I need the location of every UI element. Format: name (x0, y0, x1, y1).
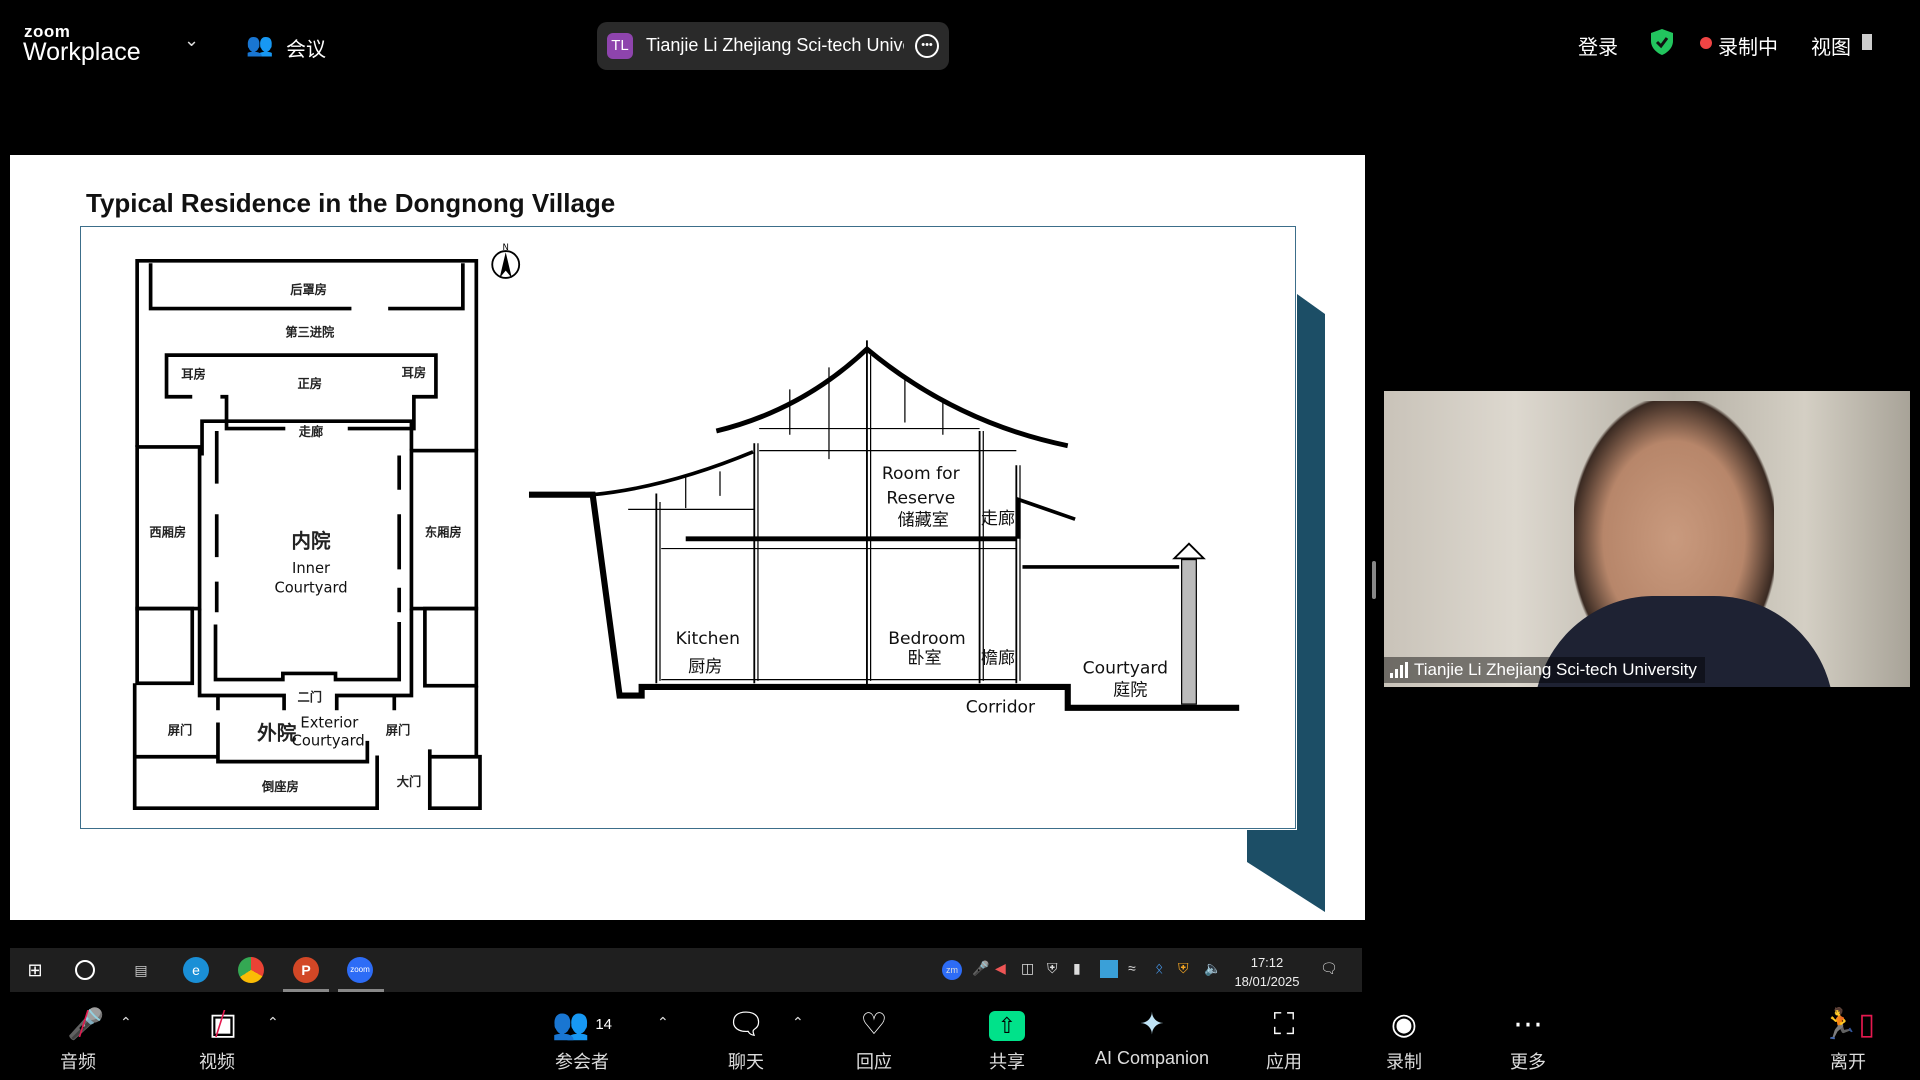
label-bedroom-cn: 卧室 (907, 649, 941, 669)
time: 17:12 (1250, 955, 1284, 970)
chat-label: 聊天 (728, 1052, 764, 1072)
label-ear-left: 耳房 (181, 366, 205, 381)
label-main-gate: 大门 (397, 774, 421, 789)
label-south-room: 倒座房 (261, 779, 299, 794)
label-west-wing: 西厢房 (149, 524, 186, 539)
label-corridor-upper: 走廊 (981, 509, 1015, 529)
antivirus-icon[interactable]: ⛨ (1178, 960, 1189, 977)
chat-button[interactable]: 🗨 聊天 (686, 1004, 806, 1074)
participant-name: Tianjie Li Zhejiang Sci-tech University (1414, 660, 1697, 679)
label-inner-en1: Inner (292, 560, 331, 577)
leave-button[interactable]: 🏃▯ 离开 (1788, 1004, 1908, 1074)
share-button[interactable]: ⇧ 共享 (947, 1004, 1067, 1074)
audio-options-caret[interactable]: ⌃ (120, 1014, 132, 1031)
ai-companion-button[interactable]: ✦ AI Companion (1082, 1004, 1222, 1069)
video-button[interactable]: ▣⧸ 视频 (157, 1004, 277, 1074)
label-main-room: 正房 (298, 376, 322, 391)
heart-icon: ♡ (860, 1008, 888, 1041)
participants-button[interactable]: 👥 14 参会者 (522, 1004, 642, 1074)
label-screen-left: 屏门 (168, 723, 192, 738)
ai-companion-label: AI Companion (1094, 1048, 1210, 1068)
volume-icon[interactable]: 🔈 (1204, 960, 1221, 977)
chat-options-caret[interactable]: ⌃ (792, 1014, 804, 1031)
label-east-wing: 东厢房 (425, 524, 462, 539)
label-corridor-lower: Corridor (966, 698, 1036, 718)
react-button[interactable]: ♡ 回应 (814, 1004, 934, 1074)
battery-icon[interactable]: ▮ (1073, 960, 1081, 977)
notification-icon[interactable]: 🗨 (1320, 960, 1338, 977)
participant-video[interactable]: Tianjie Li Zhejiang Sci-tech University (1384, 391, 1910, 687)
apps-label: 应用 (1266, 1052, 1302, 1072)
label-outer-en2: Courtyard (292, 733, 365, 750)
video-label: 视频 (199, 1052, 235, 1072)
label-corridor: 走廊 (299, 424, 323, 439)
clock[interactable]: 17:12 18/01/2025 (1232, 953, 1302, 991)
sparkle-icon: ✦ (1139, 1008, 1165, 1041)
search-icon[interactable] (75, 960, 95, 980)
label-outer-en1: Exterior (300, 714, 359, 731)
participants-options-caret[interactable]: ⌃ (657, 1014, 669, 1031)
label-reserve-cn: 储藏室 (898, 510, 949, 530)
speaker-muted-icon[interactable]: ◀ (995, 960, 1006, 977)
panel-resize-handle[interactable] (1372, 561, 1376, 599)
network-app-icon[interactable] (1100, 960, 1118, 978)
share-label: 共享 (989, 1052, 1025, 1072)
record-label: 录制 (1386, 1052, 1422, 1072)
chrome-icon[interactable] (238, 957, 264, 983)
chat-icon: 🗨 (726, 1008, 766, 1041)
section-drawing (528, 340, 1240, 711)
participants-icon: 👥 14 (551, 1008, 613, 1041)
label-kitchen: Kitchen (676, 629, 740, 649)
powerpoint-icon[interactable]: P (293, 957, 319, 983)
leave-label: 离开 (1830, 1052, 1866, 1072)
record-icon: ◉ (1390, 1008, 1418, 1041)
participants-label: 参会者 (555, 1052, 609, 1072)
audio-label: 音频 (60, 1052, 96, 1072)
bluetooth-icon[interactable]: ᛟ (1155, 960, 1163, 976)
microphone-tray-icon[interactable]: 🎤 (972, 960, 989, 977)
more-icon: ⋯ (1513, 1008, 1543, 1041)
more-label: 更多 (1510, 1052, 1546, 1072)
edge-icon[interactable]: e (183, 957, 209, 983)
participants-count: 14 (595, 1016, 613, 1033)
label-courtyard: Courtyard (1083, 658, 1168, 678)
north-arrow-icon (491, 250, 521, 279)
task-view-icon[interactable]: ▤ (128, 957, 154, 983)
label-courtyard-cn: 庭院 (1113, 681, 1147, 701)
zoom-tray-icon[interactable]: zm (942, 960, 962, 980)
video-name-label: Tianjie Li Zhejiang Sci-tech University (1384, 657, 1705, 683)
share-arrow-icon: ⇧ (947, 1004, 1067, 1046)
video-options-caret[interactable]: ⌃ (267, 1014, 279, 1031)
security-tray-icon[interactable]: ⛨ (1047, 960, 1058, 977)
wifi-icon[interactable]: ≈ (1128, 960, 1136, 976)
label-veranda: 檐廊 (981, 649, 1015, 669)
label-third-yard: 第三进院 (285, 325, 335, 340)
label-ear-right: 耳房 (402, 365, 426, 380)
label-inner-cn: 内院 (291, 529, 331, 552)
label-second-gate: 二门 (298, 690, 322, 705)
display-tray-icon[interactable]: ◫ (1021, 960, 1034, 977)
zoom-taskbar-icon[interactable]: zoom (347, 957, 373, 983)
label-screen-right: 屏门 (386, 723, 410, 738)
date: 18/01/2025 (1234, 974, 1300, 989)
label-bedroom: Bedroom (888, 629, 965, 649)
label-rear-room: 后罩房 (290, 282, 327, 297)
leave-door-icon: 🏃▯ (1821, 1008, 1875, 1041)
record-button[interactable]: ◉ 录制 (1344, 1004, 1464, 1074)
windows-start-icon[interactable]: ⊞ (22, 957, 48, 983)
label-inner-en2: Courtyard (274, 580, 347, 597)
apps-icon: ⛶ (1273, 1008, 1295, 1041)
react-label: 回应 (856, 1052, 892, 1072)
more-button[interactable]: ⋯ 更多 (1468, 1004, 1588, 1074)
label-reserve-1: Room for (882, 464, 961, 484)
apps-button[interactable]: ⛶ 应用 (1224, 1004, 1344, 1074)
camera-off-icon: ▣⧸ (208, 1008, 238, 1041)
north-label: N (503, 243, 509, 253)
label-reserve-2: Reserve (886, 488, 955, 508)
label-kitchen-cn: 厨房 (688, 657, 722, 677)
signal-strength-icon (1390, 662, 1408, 678)
